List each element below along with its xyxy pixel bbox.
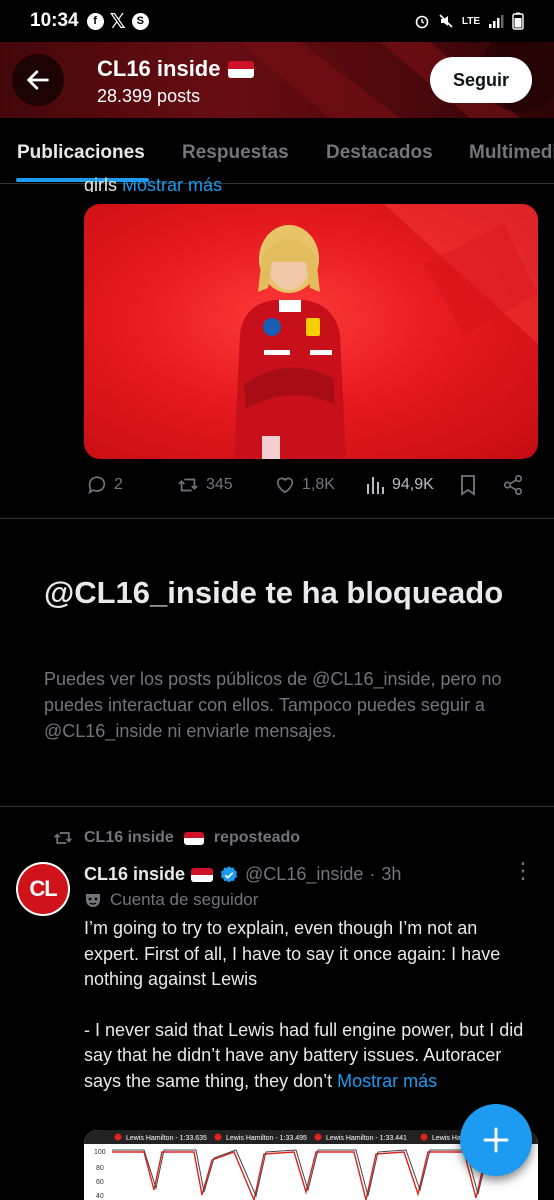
share-button[interactable] [502, 474, 524, 496]
post-body: I’m going to try to explain, even though… [84, 916, 534, 1094]
repost-button[interactable]: 345 [176, 474, 233, 496]
blocked-title: @CL16_inside te ha bloqueado [44, 575, 504, 610]
tab-publicaciones[interactable]: Publicaciones [17, 142, 145, 164]
tab-multimedia[interactable]: Multimedia [469, 142, 554, 164]
profile-name: CL16 inside [97, 56, 221, 81]
mute-icon [439, 14, 453, 28]
y-tick: 80 [96, 1165, 104, 1172]
separator-dot: · [369, 864, 376, 884]
profile-title: CL16 inside [97, 56, 255, 82]
mask-icon [86, 894, 100, 907]
notification-app-icon: S [131, 12, 149, 30]
battery-icon [512, 12, 524, 30]
views-icon [367, 477, 384, 494]
reply-button[interactable]: 2 [86, 474, 123, 496]
status-bar: 10:34 f 𝕏 S LTE [0, 0, 554, 42]
reposted-by[interactable]: CL16 inside [84, 829, 174, 847]
show-more-link[interactable]: Mostrar más [122, 176, 222, 192]
arrow-left-icon [27, 70, 49, 90]
avatar[interactable]: CL [16, 862, 70, 916]
y-tick: 100 [94, 1149, 106, 1156]
divider [0, 806, 554, 807]
tab-destacados[interactable]: Destacados [326, 142, 433, 164]
tab-respuestas[interactable]: Respuestas [182, 142, 289, 164]
previous-post-text: girls Mostrar más [84, 176, 222, 192]
author-handle[interactable]: @CL16_inside [245, 864, 363, 885]
facebook-icon: f [86, 12, 104, 30]
avatar-text: CL [18, 864, 68, 914]
monaco-flag-icon [183, 831, 204, 845]
legend-label: Lewis Hamilton - 1:33.441 [326, 1135, 407, 1142]
heart-icon [276, 477, 294, 494]
views-count: 94,9K [392, 476, 434, 493]
follower-account-badge: Cuenta de seguidor [84, 890, 258, 910]
follower-label: Cuenta de seguidor [110, 890, 259, 909]
post-text-fragment: girls [84, 176, 118, 192]
y-tick: 40 [96, 1193, 104, 1200]
alarm-icon [415, 15, 429, 29]
plus-icon [483, 1127, 509, 1153]
blocked-description: Puedes ver los posts públicos de @CL16_i… [44, 669, 502, 741]
monaco-flag-icon [228, 60, 255, 78]
posts-count: 28.399 posts [97, 86, 201, 106]
post-media-image[interactable] [84, 204, 538, 459]
network-type: LTE [461, 15, 480, 27]
post-paragraph-text: - I never said that Lewis had full engin… [84, 1019, 524, 1091]
back-button[interactable] [12, 54, 64, 106]
repost-icon [178, 478, 198, 492]
views-button[interactable]: 94,9K [366, 474, 434, 496]
compose-button[interactable] [460, 1104, 532, 1176]
repost-icon [54, 832, 72, 844]
post-paragraph: - I never said that Lewis had full engin… [84, 1018, 534, 1095]
status-time: 10:34 [30, 10, 79, 31]
like-button[interactable]: 1,8K [274, 474, 335, 496]
reply-icon [88, 476, 106, 495]
post-header: CL16 inside @CL16_inside · 3h [84, 864, 401, 885]
post-time: 3h [381, 864, 402, 884]
author-name[interactable]: CL16 inside [84, 864, 185, 885]
bookmark-icon [461, 475, 475, 496]
divider [0, 518, 554, 519]
like-count: 1,8K [302, 476, 335, 493]
repost-count: 345 [206, 476, 233, 493]
profile-header: CL16 inside 28.399 posts Seguir [0, 42, 554, 118]
monaco-flag-icon [191, 867, 214, 882]
reposted-label: reposteado [213, 829, 301, 846]
y-tick: 60 [96, 1179, 104, 1186]
x-logo-icon: 𝕏 [109, 10, 126, 33]
post-paragraph: I’m going to try to explain, even though… [84, 918, 501, 989]
legend-label: Lewis Hamilton - 1:33.635 [126, 1135, 207, 1142]
profile-tabs: Publicaciones Respuestas Destacados Mult… [0, 118, 554, 184]
signal-icon [489, 15, 504, 28]
show-more-link[interactable]: Mostrar más [337, 1071, 437, 1091]
legend-label: Lewis Hamilton - 1:33.495 [226, 1135, 307, 1142]
follow-button[interactable]: Seguir [430, 57, 532, 103]
more-options-icon[interactable]: ⋮ [512, 860, 534, 882]
post-actions: 2 345 1,8K 94,9K [84, 474, 538, 500]
repost-indicator: CL16 inside reposteado [52, 828, 300, 848]
bookmark-button[interactable] [458, 474, 478, 496]
share-icon [503, 475, 523, 495]
reply-count: 2 [114, 476, 123, 493]
verified-badge-icon [220, 865, 238, 882]
